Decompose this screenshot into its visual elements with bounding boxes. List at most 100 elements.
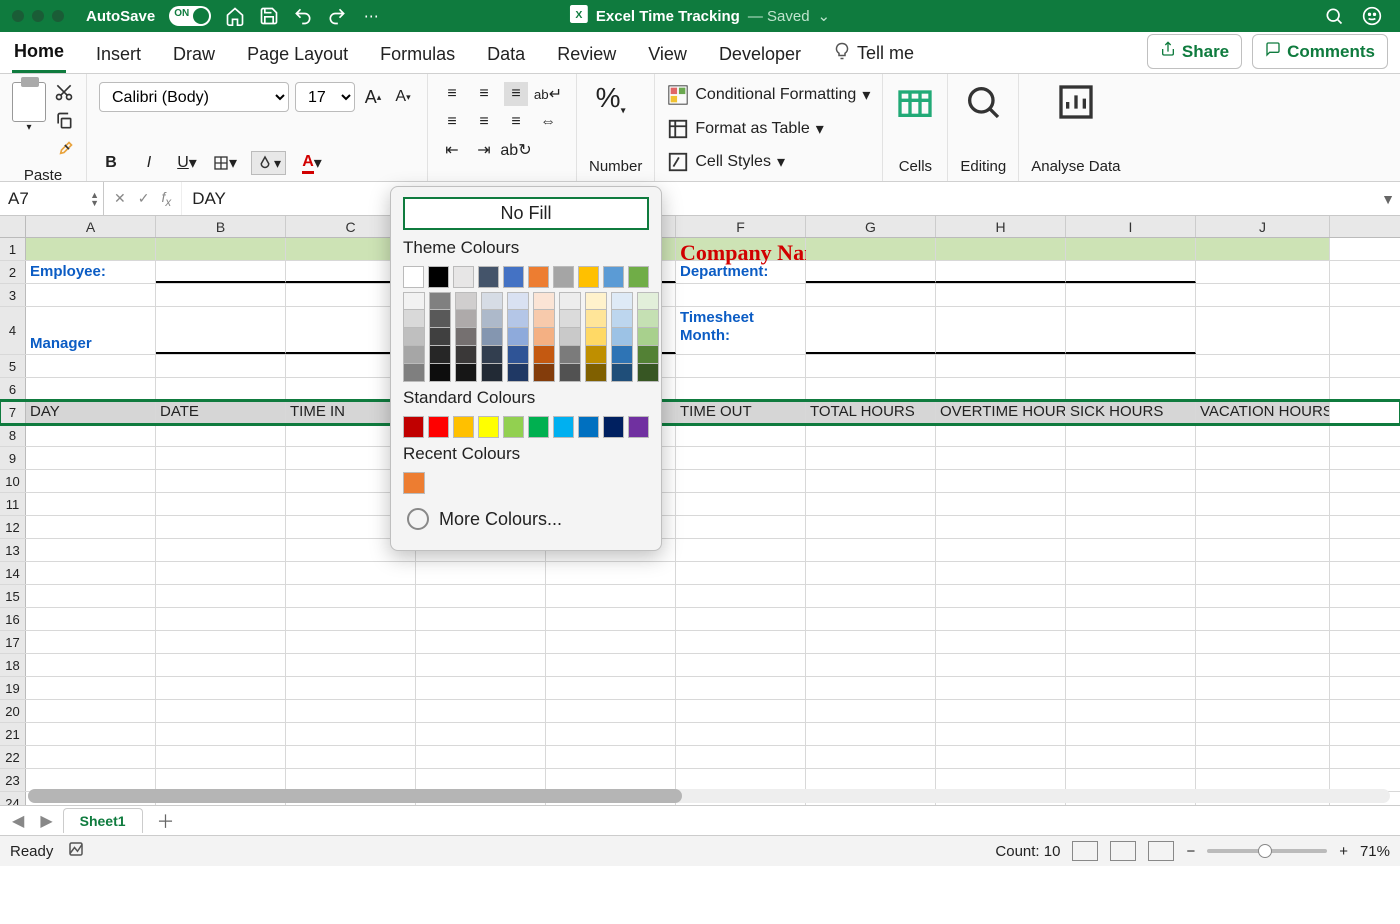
row-header[interactable]: 7 [0, 401, 26, 423]
cell[interactable] [676, 447, 806, 469]
cell[interactable] [156, 723, 286, 745]
color-swatch[interactable] [428, 416, 449, 438]
cell[interactable] [806, 608, 936, 630]
cell[interactable] [26, 562, 156, 584]
add-sheet-button[interactable]: ＋ [147, 804, 185, 838]
cell[interactable] [936, 723, 1066, 745]
color-swatch[interactable] [553, 266, 574, 288]
align-center-icon[interactable]: ≡ [472, 110, 496, 134]
cell[interactable]: OVERTIME HOURS [936, 401, 1066, 423]
color-swatch[interactable] [578, 266, 599, 288]
cell[interactable]: Employee: [26, 261, 156, 283]
undo-icon[interactable] [293, 6, 313, 26]
decrease-font-icon[interactable]: A▾ [391, 85, 415, 109]
cell[interactable] [806, 307, 936, 354]
row-header[interactable]: 17 [0, 631, 26, 653]
more-icon[interactable]: ⋯ [361, 6, 381, 26]
cell[interactable] [156, 447, 286, 469]
cell[interactable] [26, 723, 156, 745]
cell[interactable] [676, 585, 806, 607]
comments-button[interactable]: Comments [1252, 34, 1388, 69]
color-swatch[interactable] [533, 328, 555, 346]
cancel-formula-icon[interactable]: ✕ [114, 190, 126, 207]
col-header[interactable]: J [1196, 216, 1330, 237]
copy-icon[interactable] [54, 111, 74, 134]
cell[interactable] [546, 562, 676, 584]
cell[interactable] [1066, 631, 1196, 653]
cell[interactable] [156, 238, 286, 260]
cell[interactable] [1066, 261, 1196, 283]
color-swatch[interactable] [611, 364, 633, 382]
cell[interactable] [286, 562, 416, 584]
cell[interactable] [806, 424, 936, 446]
cell[interactable] [676, 470, 806, 492]
cell[interactable] [936, 516, 1066, 538]
borders-button[interactable]: ▾ [213, 151, 237, 175]
window-controls[interactable] [0, 10, 76, 22]
cell[interactable] [416, 608, 546, 630]
row-header[interactable]: 18 [0, 654, 26, 676]
cell[interactable] [936, 261, 1066, 283]
color-swatch[interactable] [507, 292, 529, 310]
cell[interactable] [676, 562, 806, 584]
tab-review[interactable]: Review [555, 36, 618, 73]
tell-me[interactable]: Tell me [831, 34, 916, 73]
cell[interactable] [156, 539, 286, 561]
analyse-icon[interactable] [1056, 82, 1096, 122]
cell[interactable] [676, 746, 806, 768]
align-right-icon[interactable]: ≡ [504, 110, 528, 134]
cell[interactable]: SICK HOURS [1066, 401, 1196, 423]
cell[interactable] [676, 424, 806, 446]
underline-button[interactable]: U ▾ [175, 151, 199, 175]
color-swatch[interactable] [453, 266, 474, 288]
horizontal-scrollbar[interactable] [28, 789, 1390, 803]
color-swatch[interactable] [637, 328, 659, 346]
chevron-down-icon[interactable]: ⌄ [818, 7, 831, 25]
cell[interactable] [1196, 378, 1330, 400]
cell[interactable] [936, 677, 1066, 699]
cell[interactable] [676, 769, 806, 791]
color-swatch[interactable] [507, 346, 529, 364]
cell[interactable]: Timesheet Month: [676, 307, 806, 354]
cell[interactable] [156, 700, 286, 722]
cell[interactable] [806, 493, 936, 515]
col-header[interactable]: A [26, 216, 156, 237]
cell[interactable] [1066, 424, 1196, 446]
cell[interactable] [26, 424, 156, 446]
color-swatch[interactable] [611, 310, 633, 328]
color-swatch[interactable] [559, 346, 581, 364]
col-header[interactable]: I [1066, 216, 1196, 237]
wrap-text-icon[interactable]: ab↵ [536, 82, 560, 106]
cell[interactable] [156, 516, 286, 538]
row-header[interactable]: 24 [0, 792, 26, 805]
cell[interactable] [546, 585, 676, 607]
color-swatch[interactable] [507, 310, 529, 328]
cell[interactable] [26, 493, 156, 515]
italic-button[interactable]: I [137, 151, 161, 175]
color-swatch[interactable] [429, 310, 451, 328]
color-swatch[interactable] [403, 416, 424, 438]
color-swatch[interactable] [481, 364, 503, 382]
cell[interactable] [936, 470, 1066, 492]
cell[interactable] [416, 723, 546, 745]
row-header[interactable]: 15 [0, 585, 26, 607]
cell[interactable] [806, 585, 936, 607]
color-swatch[interactable] [481, 310, 503, 328]
color-swatch[interactable] [559, 292, 581, 310]
row-header[interactable]: 2 [0, 261, 26, 283]
cell[interactable]: Company Name [676, 238, 806, 260]
row-header[interactable]: 9 [0, 447, 26, 469]
zoom-dot-icon[interactable] [52, 10, 64, 22]
cell[interactable] [676, 355, 806, 377]
namebox-stepper-icon[interactable]: ▲▼ [90, 191, 99, 207]
cell[interactable] [1066, 493, 1196, 515]
cell[interactable] [936, 769, 1066, 791]
sheet-tab[interactable]: Sheet1 [63, 808, 143, 833]
cell[interactable] [676, 631, 806, 653]
format-painter-icon[interactable] [54, 140, 74, 163]
color-swatch[interactable] [637, 346, 659, 364]
cell[interactable] [806, 539, 936, 561]
cell[interactable] [676, 493, 806, 515]
cell[interactable] [156, 677, 286, 699]
cell[interactable] [416, 631, 546, 653]
